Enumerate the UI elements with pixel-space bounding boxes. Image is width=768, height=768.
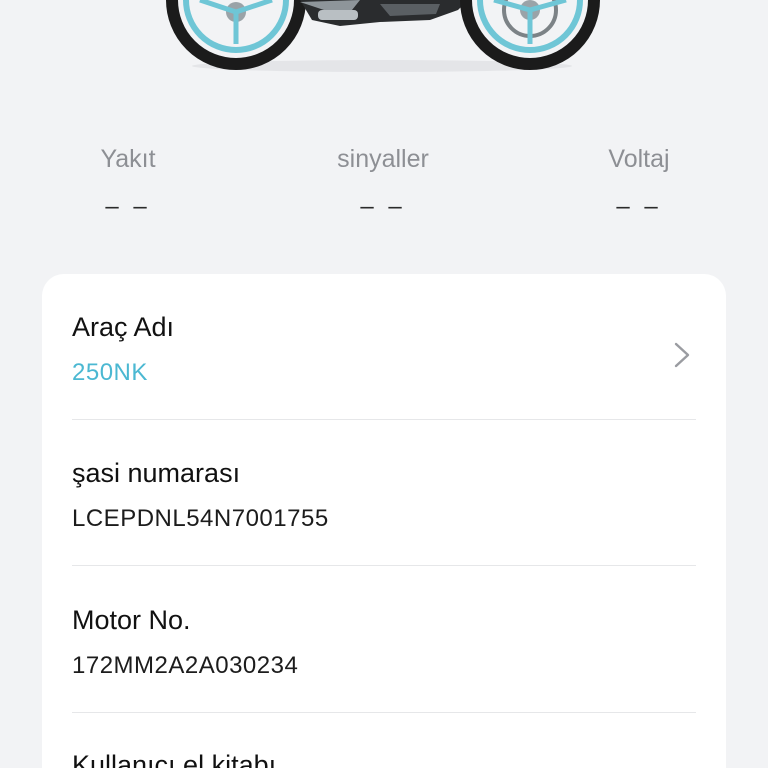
fuel-value: – –: [105, 193, 151, 220]
chassis-number-value: LCEPDNL54N7001755: [72, 505, 329, 532]
vehicle-name-label: Araç Adı: [72, 312, 175, 342]
chassis-number-label: şasi numarası: [72, 458, 241, 488]
signals-label: sinyaller: [337, 145, 429, 173]
motor-number-label: Motor No.: [72, 605, 191, 635]
divider: [72, 565, 696, 566]
user-manual-row[interactable]: Kullanıcı el kitabı: [72, 748, 696, 768]
motor-number-value: 172MM2A2A030234: [72, 652, 299, 679]
vehicle-detail-page: Yakıt – – sinyaller – – Voltaj – – Araç …: [0, 0, 768, 768]
signals-stat: sinyaller – –: [293, 140, 473, 222]
front-wheel: [460, 0, 600, 70]
fuel-stat: Yakıt – –: [38, 140, 218, 222]
vehicle-info-card: Araç Adı 250NK şasi numarası LCEPDNL54N7…: [42, 274, 726, 768]
vehicle-name-value: 250NK: [72, 359, 148, 386]
divider: [72, 712, 696, 713]
status-stats: Yakıt – – sinyaller – – Voltaj – –: [0, 140, 768, 240]
user-manual-label: Kullanıcı el kitabı: [72, 750, 277, 768]
rear-wheel: [166, 0, 306, 70]
motor-number-row: Motor No. 172MM2A2A030234: [72, 603, 696, 681]
signals-value: – –: [360, 193, 406, 220]
fuel-label: Yakıt: [100, 145, 156, 173]
voltage-label: Voltaj: [608, 145, 670, 173]
voltage-stat: Voltaj – –: [549, 140, 729, 222]
divider: [72, 419, 696, 420]
motorcycle-image: [0, 0, 768, 90]
chevron-right-icon[interactable]: [670, 340, 694, 370]
vehicle-name-row[interactable]: Araç Adı 250NK: [72, 310, 696, 388]
voltage-value: – –: [616, 193, 662, 220]
chassis-number-row: şasi numarası LCEPDNL54N7001755: [72, 456, 696, 534]
